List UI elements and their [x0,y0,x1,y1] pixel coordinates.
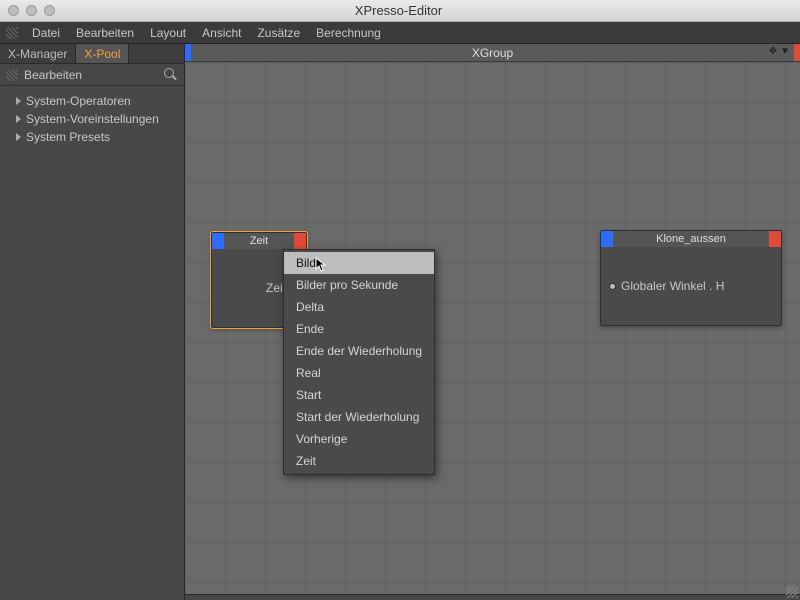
arrow-down-icon[interactable]: ▼ [780,46,790,57]
search-icon[interactable] [164,68,178,82]
context-menu-item-vorherige[interactable]: Vorherige [284,428,434,450]
context-menu: Bild Bilder pro Sekunde Delta Ende Ende … [283,249,435,475]
window-resize-handle-icon[interactable] [786,586,798,598]
menu-datei[interactable]: Datei [24,22,68,44]
context-menu-item-real[interactable]: Real [284,362,434,384]
tree-item-label: System Presets [26,130,110,144]
xgroup-view-icons: ✥ ▼ [769,46,790,57]
context-menu-item-ende-der-wiederholung[interactable]: Ende der Wiederholung [284,340,434,362]
left-tabs: X-Manager X-Pool [0,44,184,64]
node-klone-aussen[interactable]: Klone_aussen Globaler Winkel . H [600,230,782,326]
menu-berechnung[interactable]: Berechnung [308,22,389,44]
menubar-grip-icon[interactable] [6,27,18,39]
chevron-right-icon [16,97,21,105]
tab-x-pool[interactable]: X-Pool [76,44,129,63]
window-titlebar: XPresso-Editor [0,0,800,22]
right-panel: XGroup ✥ ▼ Zeit Zeit [185,44,800,600]
node-output-handle-icon[interactable] [769,231,781,247]
tab-x-manager[interactable]: X-Manager [0,44,76,63]
tree-item-system-operatoren[interactable]: System-Operatoren [4,92,180,110]
window-minimize-button[interactable] [26,5,37,16]
xgroup-output-port-icon[interactable] [794,44,800,61]
left-panel: X-Manager X-Pool Bearbeiten System-Opera… [0,44,185,600]
xpool-bearbeiten-menu[interactable]: Bearbeiten [24,68,164,82]
expand-icon[interactable]: ✥ [769,46,777,57]
context-menu-item-zeit[interactable]: Zeit [284,450,434,472]
window-zoom-button[interactable] [44,5,55,16]
menu-ansicht[interactable]: Ansicht [194,22,249,44]
node-input-handle-icon[interactable] [601,231,613,247]
chevron-right-icon [16,115,21,123]
menu-zusaetze[interactable]: Zusätze [249,22,308,44]
tree-item-label: System-Operatoren [26,94,131,108]
context-menu-item-ende[interactable]: Ende [284,318,434,340]
window-close-button[interactable] [8,5,19,16]
node-input-handle-icon[interactable] [212,233,224,249]
node-title: Klone_aussen [613,231,769,247]
menu-layout[interactable]: Layout [142,22,194,44]
xgroup-header[interactable]: XGroup ✥ ▼ [185,44,800,62]
context-menu-item-start[interactable]: Start [284,384,434,406]
menu-bearbeiten[interactable]: Bearbeiten [68,22,142,44]
tree-item-system-presets[interactable]: System Presets [4,128,180,146]
context-menu-item-start-der-wiederholung[interactable]: Start der Wiederholung [284,406,434,428]
port-dot-icon[interactable] [609,283,616,290]
window-title: XPresso-Editor [55,3,742,18]
menu-bar: Datei Bearbeiten Layout Ansicht Zusätze … [0,22,800,44]
node-title: Zeit [224,233,294,249]
toolbar-grip-icon[interactable] [6,69,18,81]
port-label: Globaler Winkel . H [621,279,724,293]
context-menu-item-delta[interactable]: Delta [284,296,434,318]
xpool-toolbar: Bearbeiten [0,64,184,86]
tree-item-label: System-Voreinstellungen [26,112,159,126]
context-menu-item-bilder-pro-sekunde[interactable]: Bilder pro Sekunde [284,274,434,296]
xpool-tree: System-Operatoren System-Voreinstellunge… [0,86,184,152]
chevron-right-icon [16,133,21,141]
panel-bottom-border [185,594,800,600]
context-menu-item-bild[interactable]: Bild [284,252,434,274]
node-output-handle-icon[interactable] [294,233,306,249]
xgroup-title: XGroup [191,46,794,60]
node-canvas[interactable]: Zeit Zeit Klone_aussen [185,62,800,594]
tree-item-system-voreinstellungen[interactable]: System-Voreinstellungen [4,110,180,128]
port-globaler-winkel-h[interactable]: Globaler Winkel . H [609,279,773,293]
